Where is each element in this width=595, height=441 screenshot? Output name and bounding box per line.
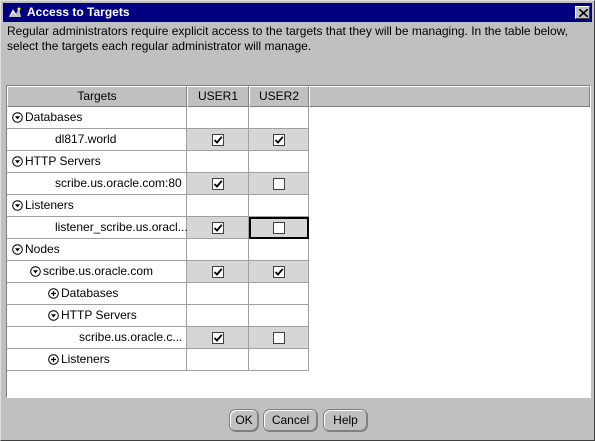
header-filler [309, 86, 590, 107]
target-label: Listeners [25, 198, 74, 212]
user2-cell [249, 283, 309, 305]
table-row: scribe.us.oracle.com [7, 261, 309, 283]
user2-cell [249, 239, 309, 261]
user2-cell[interactable] [249, 327, 309, 349]
target-cell[interactable]: dl817.world [7, 129, 187, 151]
close-button[interactable] [575, 6, 590, 19]
target-cell[interactable]: HTTP Servers [7, 305, 187, 327]
user1-cell[interactable] [187, 327, 249, 349]
user1-cell[interactable] [187, 173, 249, 195]
user2-checkbox[interactable] [272, 265, 285, 278]
header-targets[interactable]: Targets [7, 86, 187, 107]
user1-checkbox[interactable] [211, 265, 224, 278]
table-row: Listeners [7, 195, 309, 217]
user1-cell [187, 239, 249, 261]
target-cell[interactable]: scribe.us.oracle.com [7, 261, 187, 283]
user2-checkbox[interactable] [272, 331, 285, 344]
table-row: dl817.world [7, 129, 309, 151]
user1-cell [187, 349, 249, 371]
collapse-toggle-icon[interactable] [12, 244, 23, 255]
target-cell[interactable]: Databases [7, 107, 187, 129]
collapse-toggle-icon[interactable] [12, 156, 23, 167]
user2-cell[interactable] [249, 129, 309, 151]
user1-checkbox[interactable] [211, 177, 224, 190]
table-row: Nodes [7, 239, 309, 261]
user1-cell[interactable] [187, 217, 249, 239]
table-row: Listeners [7, 349, 309, 371]
user1-cell [187, 195, 249, 217]
instructions-text: Regular administrators require explicit … [7, 24, 568, 53]
target-cell[interactable]: Listeners [7, 349, 187, 371]
target-label: Nodes [25, 242, 60, 256]
target-label: scribe.us.oracle.c... [79, 330, 183, 344]
user2-cell[interactable] [249, 261, 309, 283]
table-row: HTTP Servers [7, 305, 309, 327]
user1-cell[interactable] [187, 129, 249, 151]
user1-cell [187, 305, 249, 327]
app-icon [7, 5, 23, 20]
header-user1[interactable]: USER1 [187, 86, 249, 107]
collapse-toggle-icon[interactable] [12, 112, 23, 123]
user2-cell[interactable] [249, 217, 309, 239]
user1-checkbox[interactable] [211, 331, 224, 344]
table-row: listener_scribe.us.oracl... [7, 217, 309, 239]
user1-cell [187, 107, 249, 129]
user1-cell[interactable] [187, 261, 249, 283]
target-label: Listeners [61, 352, 110, 366]
target-cell[interactable]: scribe.us.oracle.com:80 [7, 173, 187, 195]
target-cell[interactable]: Databases [7, 283, 187, 305]
target-cell[interactable]: listener_scribe.us.oracl... [7, 217, 188, 239]
table-header: Targets USER1 USER2 [7, 86, 590, 107]
target-label: HTTP Servers [25, 154, 101, 168]
table-row: Databases [7, 107, 309, 129]
user2-cell [249, 107, 309, 129]
target-cell[interactable]: HTTP Servers [7, 151, 187, 173]
collapse-toggle-icon[interactable] [12, 200, 23, 211]
target-label: dl817.world [55, 132, 117, 146]
close-icon [579, 9, 588, 17]
collapse-toggle-icon[interactable] [48, 310, 59, 321]
table-row: Databases [7, 283, 309, 305]
user2-cell [249, 349, 309, 371]
user2-cell [249, 151, 309, 173]
target-label: Databases [61, 286, 119, 300]
cancel-button[interactable]: Cancel [263, 409, 318, 432]
header-user2[interactable]: USER2 [249, 86, 309, 107]
help-button[interactable]: Help [323, 409, 368, 432]
target-label: scribe.us.oracle.com:80 [55, 176, 182, 190]
target-label: scribe.us.oracle.com [43, 264, 154, 278]
user1-checkbox[interactable] [211, 133, 224, 146]
dialog-window: Access to Targets Regular administrators… [0, 0, 595, 441]
user2-cell [249, 305, 309, 327]
table-row: scribe.us.oracle.com:80 [7, 173, 309, 195]
target-label: listener_scribe.us.oracl... [55, 220, 188, 234]
user2-checkbox[interactable] [272, 133, 285, 146]
access-table: Targets USER1 USER2 Databases dl817.world… [6, 85, 591, 398]
user2-cell[interactable] [249, 173, 309, 195]
target-cell[interactable]: Nodes [7, 239, 187, 261]
target-cell[interactable]: Listeners [7, 195, 187, 217]
collapse-toggle-icon[interactable] [30, 266, 41, 277]
user1-checkbox[interactable] [211, 221, 224, 234]
title-bar[interactable]: Access to Targets [3, 3, 592, 22]
target-label: HTTP Servers [61, 308, 137, 322]
user1-cell [187, 283, 249, 305]
target-label: Databases [25, 110, 83, 124]
expand-toggle-icon[interactable] [48, 288, 59, 299]
table-row: HTTP Servers [7, 151, 309, 173]
user2-checkbox[interactable] [272, 177, 285, 190]
ok-button[interactable]: OK [229, 409, 259, 432]
expand-toggle-icon[interactable] [48, 354, 59, 365]
window-title: Access to Targets [27, 5, 130, 19]
user1-cell [187, 151, 249, 173]
user2-checkbox[interactable] [272, 221, 285, 234]
target-cell[interactable]: scribe.us.oracle.c... [7, 327, 187, 349]
user2-cell [249, 195, 309, 217]
table-row: scribe.us.oracle.c... [7, 327, 309, 349]
